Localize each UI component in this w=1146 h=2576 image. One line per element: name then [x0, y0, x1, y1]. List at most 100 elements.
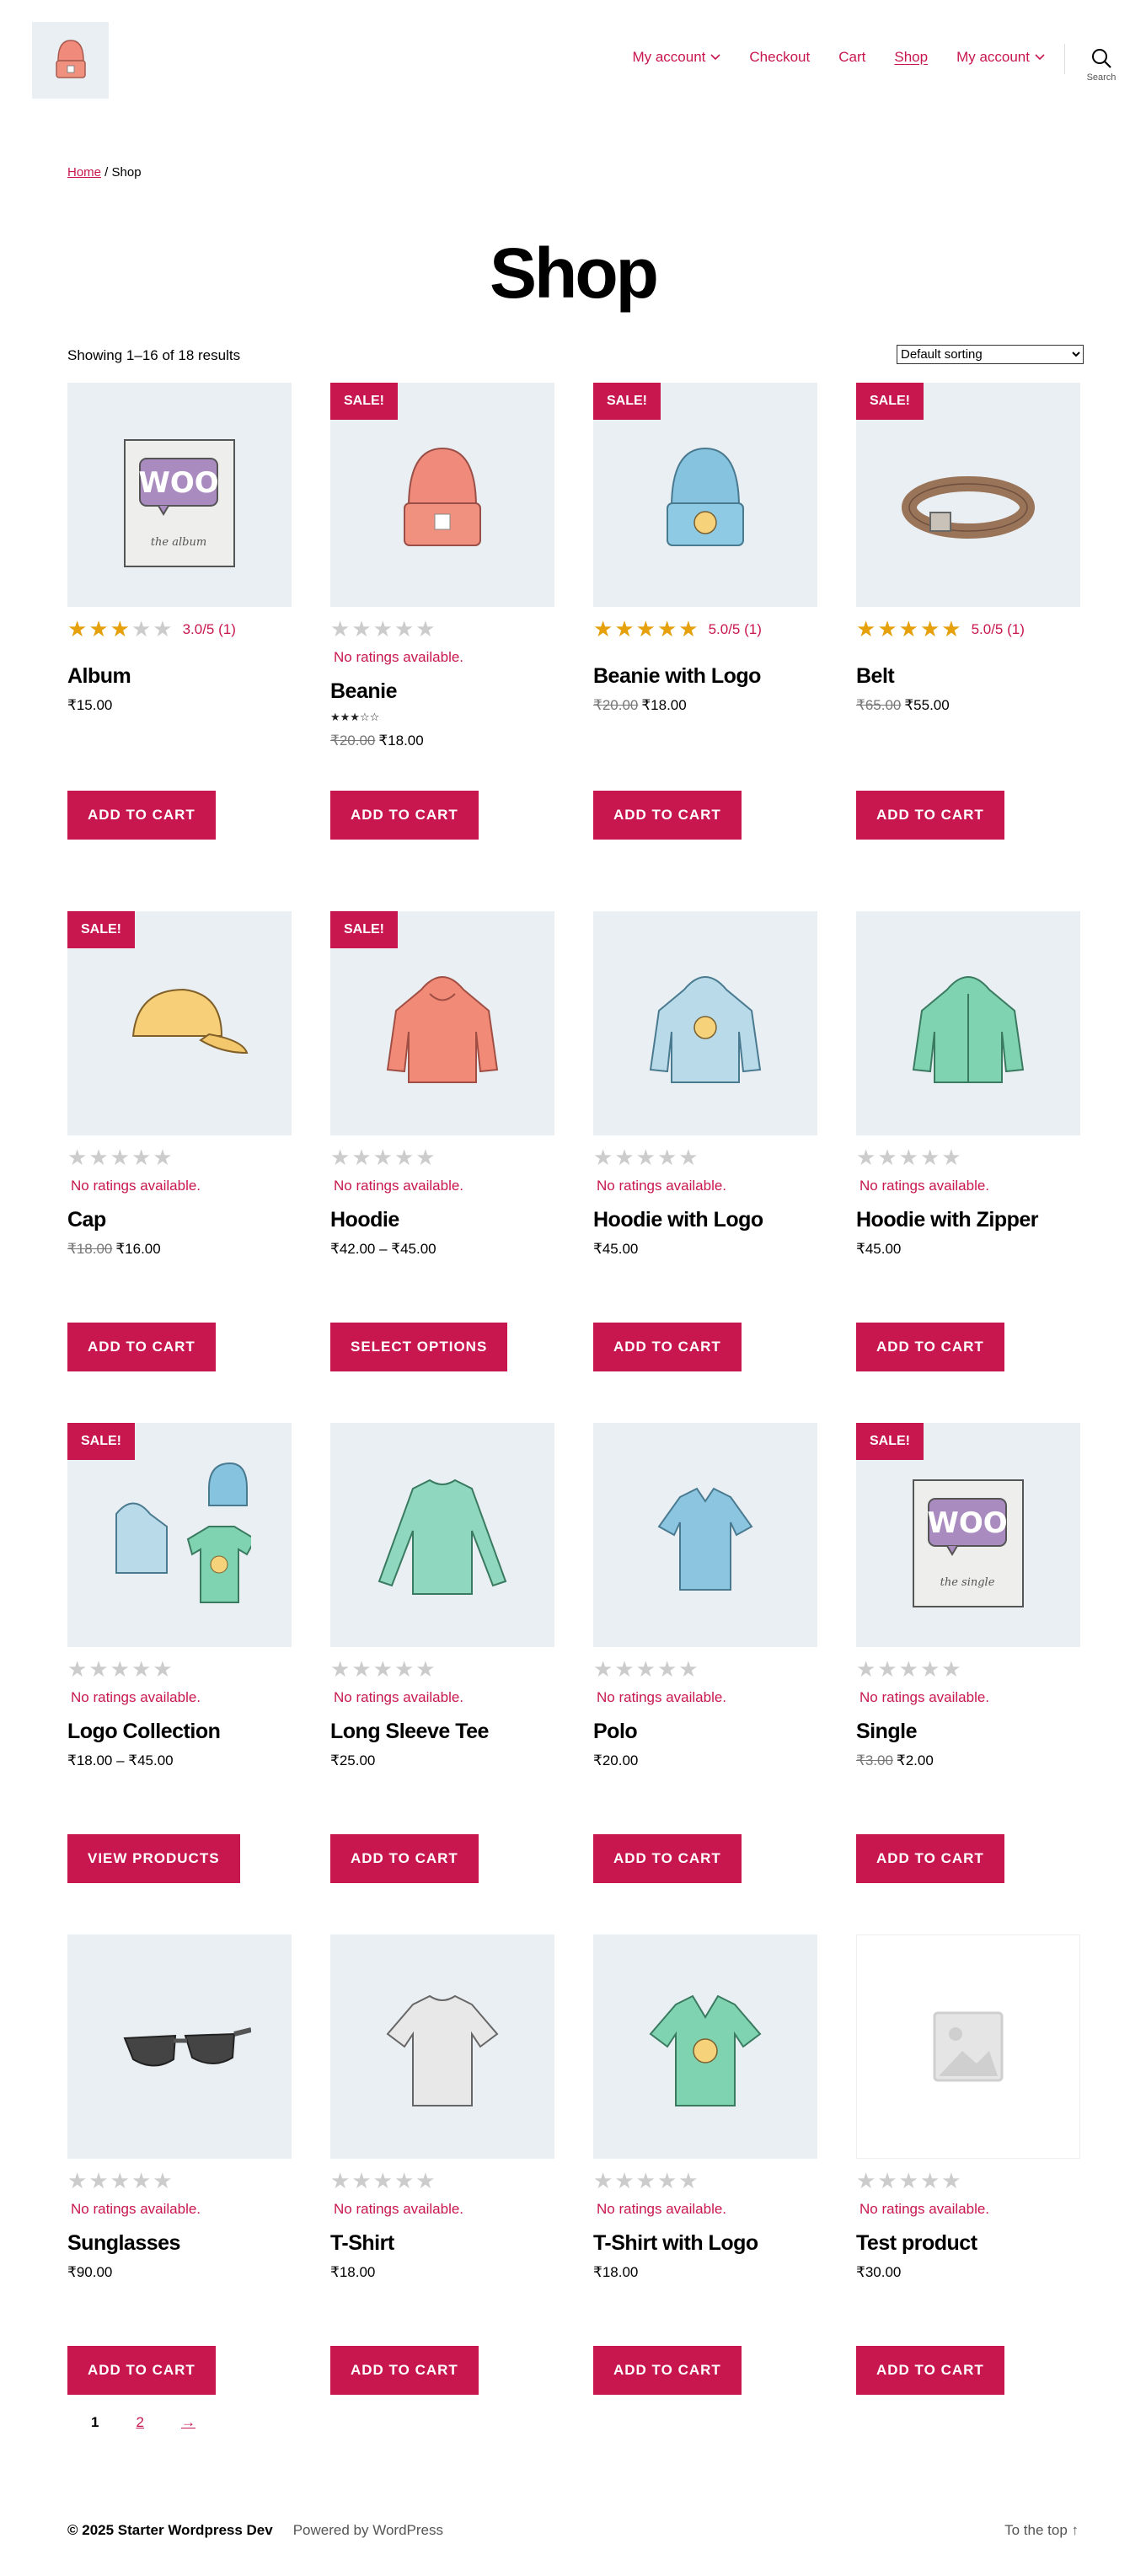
- star-icon: ★: [131, 2168, 153, 2193]
- product-price: ₹18.00 ₹16.00: [67, 1241, 292, 1258]
- footer-powered[interactable]: Powered by WordPress: [293, 2522, 443, 2539]
- product-name[interactable]: Belt: [856, 664, 1080, 689]
- to-top-link[interactable]: To the top ↑: [1004, 2522, 1079, 2539]
- product-grid: WOO the album ★ ★ ★ ★ ★ 3.0/5 (1) Album ₹15.00 ADD…: [67, 383, 1080, 2446]
- product-image[interactable]: [593, 1935, 817, 2159]
- star-icon: ★: [351, 1145, 373, 1170]
- page-current: 1: [91, 2414, 99, 2430]
- product-image[interactable]: [330, 1935, 554, 2159]
- sorting-select[interactable]: Default sorting: [897, 345, 1084, 364]
- product-name[interactable]: Test product: [856, 2231, 1080, 2256]
- product-button[interactable]: ADD TO CART: [330, 2346, 479, 2395]
- star-icon: ★: [372, 1145, 394, 1170]
- product-image[interactable]: [593, 911, 817, 1135]
- product-image[interactable]: [330, 1423, 554, 1647]
- product-name[interactable]: Hoodie with Logo: [593, 1208, 817, 1232]
- current-price: ₹90.00: [67, 2264, 113, 2280]
- star-icon: ★: [856, 616, 878, 641]
- product-image[interactable]: WOO the single SALE!: [856, 1423, 1080, 1647]
- nav-item-3[interactable]: Shop: [894, 49, 928, 66]
- product-name[interactable]: Cap: [67, 1208, 292, 1232]
- product-button[interactable]: ADD TO CART: [856, 791, 1004, 840]
- product-name[interactable]: Hoodie with Zipper: [856, 1208, 1080, 1232]
- product-name[interactable]: Logo Collection: [67, 1720, 292, 1744]
- product-image[interactable]: SALE!: [330, 911, 554, 1135]
- product-image[interactable]: [856, 911, 1080, 1135]
- footer-copyright[interactable]: © 2025 Starter Wordpress Dev: [67, 2522, 273, 2539]
- nav-item-1[interactable]: Checkout: [749, 49, 810, 66]
- nav-item-4[interactable]: My account: [956, 49, 1045, 66]
- star-icon: ★: [88, 1145, 110, 1170]
- product-image[interactable]: SALE!: [856, 383, 1080, 607]
- product-button[interactable]: ADD TO CART: [67, 2346, 216, 2395]
- product-button[interactable]: ADD TO CART: [67, 1323, 216, 1371]
- product-button[interactable]: ADD TO CART: [856, 1834, 1004, 1883]
- star-icon: ★: [877, 1656, 899, 1682]
- product-card: ★ ★ ★ ★ ★ No ratings available. T-Shirt ₹18.00 A…: [330, 1935, 554, 2446]
- product-name[interactable]: Polo: [593, 1720, 817, 1744]
- product-button[interactable]: ADD TO CART: [593, 1834, 742, 1883]
- star-icon: ★: [898, 2168, 920, 2193]
- nav-item-0[interactable]: My account: [632, 49, 720, 66]
- product-name[interactable]: Beanie with Logo: [593, 664, 817, 689]
- breadcrumb-home-link[interactable]: Home: [67, 165, 101, 180]
- product-image[interactable]: SALE!: [67, 1423, 292, 1647]
- product-name[interactable]: Sunglasses: [67, 2231, 292, 2256]
- page-title: Shop: [490, 233, 659, 313]
- page-link-2[interactable]: 2: [136, 2414, 143, 2431]
- page-next-link[interactable]: →: [181, 2414, 195, 2431]
- product-name[interactable]: T-Shirt with Logo: [593, 2231, 817, 2256]
- star-icon: ★: [877, 2168, 899, 2193]
- site-logo[interactable]: [32, 22, 109, 99]
- product-button[interactable]: ADD TO CART: [856, 2346, 1004, 2395]
- product-button[interactable]: ADD TO CART: [593, 2346, 742, 2395]
- sale-badge: SALE!: [67, 911, 135, 948]
- product-name[interactable]: Long Sleeve Tee: [330, 1720, 554, 1744]
- rating-stars: ★ ★ ★ ★ ★: [856, 2169, 1080, 2192]
- product-name[interactable]: T-Shirt: [330, 2231, 554, 2256]
- current-price: ₹20.00: [593, 1752, 639, 1768]
- star-icon: ★: [394, 2168, 416, 2193]
- primary-nav: My account Checkout Cart Shop My account: [632, 49, 1045, 66]
- product-button[interactable]: SELECT OPTIONS: [330, 1323, 508, 1371]
- product-image[interactable]: [593, 1423, 817, 1647]
- product-button[interactable]: ADD TO CART: [593, 791, 742, 840]
- product-button[interactable]: ADD TO CART: [330, 1834, 479, 1883]
- beanie-icon: [404, 447, 481, 546]
- nav-divider: [1064, 44, 1065, 74]
- product-image[interactable]: WOO the album: [67, 383, 292, 607]
- product-card: ★ ★ ★ ★ ★ No ratings available. Hoodie with Lo…: [593, 911, 817, 1423]
- product-button[interactable]: ADD TO CART: [330, 791, 479, 840]
- sale-badge: SALE!: [856, 1423, 924, 1460]
- star-icon: ★: [415, 2168, 437, 2193]
- product-button[interactable]: ADD TO CART: [856, 1323, 1004, 1371]
- product-image[interactable]: [856, 1935, 1080, 2159]
- nav-item-2[interactable]: Cart: [838, 49, 865, 66]
- star-icon: ★: [919, 1656, 942, 1682]
- product-button[interactable]: ADD TO CART: [67, 791, 216, 840]
- svg-text:WOO: WOO: [138, 466, 218, 500]
- breadcrumb-separator: /: [101, 165, 112, 180]
- product-button[interactable]: ADD TO CART: [593, 1323, 742, 1371]
- product-name[interactable]: Album: [67, 664, 292, 689]
- product-button[interactable]: VIEW PRODUCTS: [67, 1834, 240, 1883]
- star-icon: ★: [372, 2168, 394, 2193]
- product-name[interactable]: Single: [856, 1720, 1080, 1744]
- search-button[interactable]: Search: [1077, 47, 1126, 83]
- star-icon: ★: [856, 2168, 878, 2193]
- logo-collection-icon: [115, 1462, 251, 1603]
- product-image[interactable]: SALE!: [593, 383, 817, 607]
- polo-icon: [657, 1487, 753, 1591]
- star-icon: ★: [656, 1656, 679, 1682]
- star-icon: ★: [351, 616, 373, 641]
- product-name[interactable]: Beanie: [330, 679, 554, 704]
- product-image[interactable]: [67, 1935, 292, 2159]
- cap-icon: [131, 988, 249, 1055]
- star-icon: ★: [678, 2168, 700, 2193]
- product-price: ₹20.00 ₹18.00: [330, 733, 554, 749]
- product-image[interactable]: SALE!: [330, 383, 554, 607]
- pagination: 1 2 →: [91, 2414, 195, 2431]
- product-image[interactable]: SALE!: [67, 911, 292, 1135]
- star-icon: ★: [919, 616, 942, 641]
- product-name[interactable]: Hoodie: [330, 1208, 554, 1232]
